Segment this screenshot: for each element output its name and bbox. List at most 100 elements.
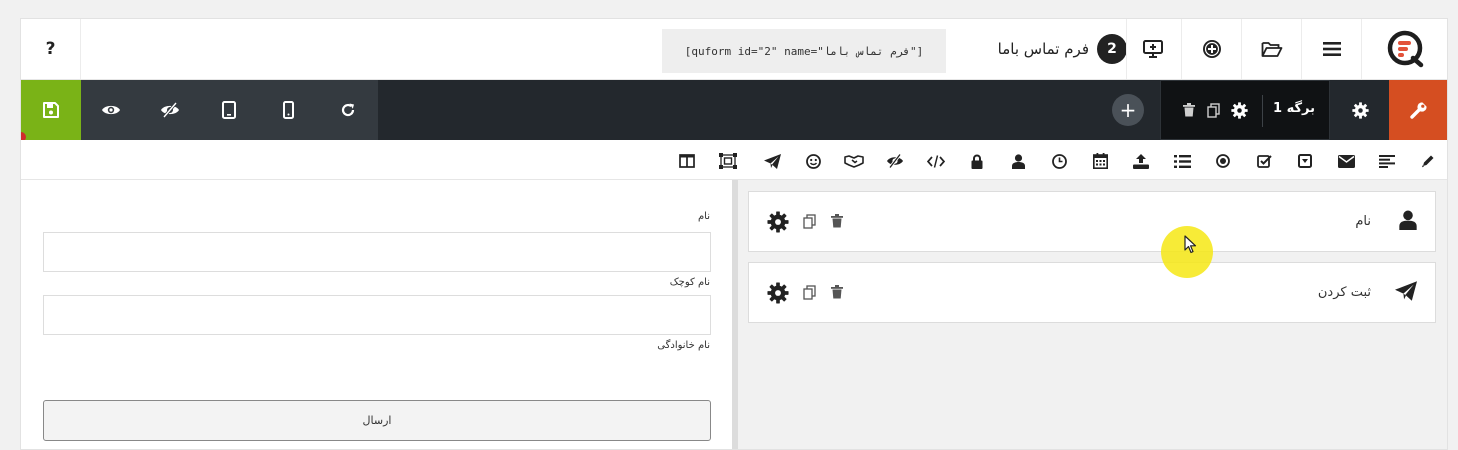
handshake-icon (844, 155, 864, 168)
preview-button[interactable] (1126, 19, 1178, 79)
align-left-icon (1379, 154, 1395, 168)
trash-icon[interactable] (831, 285, 843, 299)
form-shortcode[interactable]: [quform id="2" name="فرم تماس باما"] (662, 29, 946, 73)
gear-icon[interactable] (767, 211, 789, 233)
add-name-element[interactable] (1007, 150, 1029, 172)
add-columns-element[interactable] (676, 150, 698, 172)
add-radio-element[interactable] (1212, 150, 1234, 172)
preview-toggle-button[interactable] (81, 80, 140, 140)
object-group-icon (719, 153, 737, 169)
preview-last-name-input[interactable] (43, 295, 711, 335)
tablet-view-button[interactable] (200, 80, 259, 140)
pencil-icon (1422, 155, 1434, 168)
preview-submit-button[interactable]: ارسال (43, 400, 711, 441)
add-password-element[interactable] (966, 150, 988, 172)
add-captcha-element[interactable] (802, 150, 824, 172)
preview-field-label-name: نام (697, 211, 710, 222)
add-checkbox-element[interactable] (1253, 150, 1275, 172)
element-card-submit[interactable]: ثبت کردن (748, 262, 1436, 323)
trash-icon[interactable] (1183, 103, 1195, 117)
form-preview-panel: نام نام کوچک نام خانوادگی ارسال (21, 180, 732, 449)
tablet-icon (222, 101, 237, 119)
element-toolbar (21, 140, 1447, 180)
trash-icon[interactable] (831, 214, 843, 228)
radio-icon (1216, 154, 1230, 168)
add-date-element[interactable] (1089, 150, 1111, 172)
add-textarea-element[interactable] (1376, 150, 1398, 172)
quform-logo[interactable] (1361, 19, 1447, 79)
element-card-name[interactable]: نام (748, 191, 1436, 252)
plus-circle-icon (1202, 40, 1221, 58)
gear-icon[interactable] (1231, 102, 1248, 119)
columns-icon (679, 154, 695, 168)
gear-icon[interactable] (767, 282, 789, 304)
upload-icon (1133, 153, 1149, 169)
copy-icon[interactable] (1207, 103, 1220, 118)
folder-open-icon (1261, 42, 1282, 57)
main-menu-button[interactable] (1301, 19, 1361, 79)
form-title[interactable]: فرم تماس باما (998, 40, 1089, 58)
add-page-button[interactable]: + (1112, 94, 1144, 126)
page-tab[interactable]: برگه 1 (1160, 80, 1330, 140)
preview-field-sublabel-first: نام کوچک (669, 277, 710, 288)
add-time-element[interactable] (1048, 150, 1070, 172)
desktop-preview-icon (1142, 40, 1163, 58)
save-button[interactable] (21, 80, 81, 140)
form-elements-panel: نام ثبت کردن (738, 180, 1447, 449)
checkbox-icon (1256, 154, 1272, 168)
form-id-badge: 2 (1097, 34, 1127, 64)
save-icon (43, 102, 59, 118)
quform-logo-icon (1387, 30, 1423, 68)
help-button[interactable]: ? (21, 19, 81, 79)
element-card-label: نام (1355, 214, 1371, 229)
add-text-element[interactable] (1417, 150, 1439, 172)
add-recaptcha-element[interactable] (843, 150, 865, 172)
page-tab-divider (1262, 95, 1263, 127)
list-icon (1173, 154, 1191, 168)
add-hidden-element[interactable] (884, 150, 906, 172)
wrench-icon (1410, 102, 1427, 119)
refresh-preview-button[interactable] (319, 80, 378, 140)
lock-icon (971, 154, 983, 169)
add-group-element[interactable] (717, 150, 739, 172)
builder-actions-bar: + برگه 1 (21, 80, 1447, 140)
paper-plane-icon (1395, 281, 1417, 301)
top-bar: ? [quform id="2" name="فرم تماس باما"] 2… (21, 19, 1447, 80)
calendar-icon (1092, 153, 1108, 169)
element-card-label: ثبت کردن (1317, 285, 1371, 300)
add-email-element[interactable] (1335, 150, 1357, 172)
gear-icon (1351, 101, 1369, 119)
code-icon (927, 154, 945, 168)
preview-first-name-input[interactable] (43, 232, 711, 272)
mobile-view-button[interactable] (259, 80, 318, 140)
tools-button[interactable] (1389, 80, 1447, 140)
copy-icon[interactable] (803, 214, 816, 229)
clock-icon (1051, 153, 1067, 169)
form-settings-button[interactable] (1331, 80, 1389, 140)
hamburger-menu-icon (1322, 42, 1341, 56)
add-html-element[interactable] (925, 150, 947, 172)
add-form-button[interactable] (1181, 19, 1241, 79)
refresh-icon (342, 103, 355, 117)
hide-preview-button[interactable] (140, 80, 199, 140)
add-upload-element[interactable] (1130, 150, 1152, 172)
preview-tools-group (81, 80, 378, 140)
eye-slash-icon (887, 154, 903, 168)
preview-field-sublabel-last: نام خانوادگی (657, 340, 710, 351)
page-tab-label[interactable]: برگه 1 (1273, 101, 1315, 116)
dropdown-icon (1298, 154, 1312, 168)
eye-icon (101, 105, 120, 115)
eye-slash-icon (161, 102, 180, 118)
add-submit-element[interactable] (761, 150, 783, 172)
question-icon: ? (45, 39, 56, 59)
user-icon (1011, 153, 1025, 169)
open-forms-button[interactable] (1241, 19, 1301, 79)
paper-plane-icon (763, 153, 781, 169)
add-multiselect-element[interactable] (1171, 150, 1193, 172)
form-builder-app: ? [quform id="2" name="فرم تماس باما"] 2… (20, 18, 1448, 450)
add-select-element[interactable] (1294, 150, 1316, 172)
copy-icon[interactable] (803, 285, 816, 300)
mouse-cursor-icon (1184, 235, 1197, 254)
user-icon (1399, 210, 1417, 230)
mobile-icon (283, 101, 295, 119)
